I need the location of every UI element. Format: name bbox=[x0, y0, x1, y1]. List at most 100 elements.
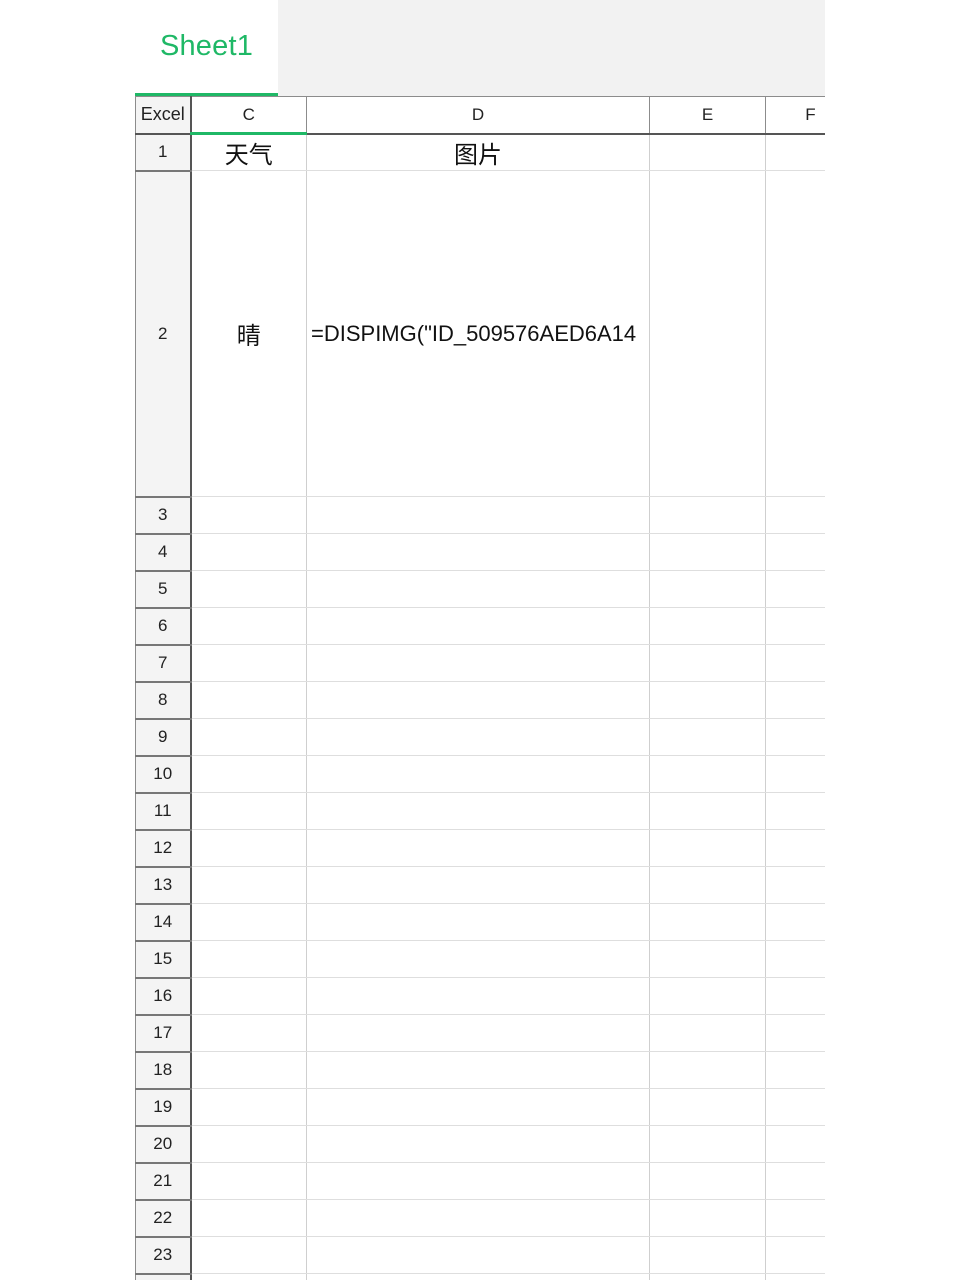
cell-d12[interactable] bbox=[306, 829, 650, 867]
cell-d23[interactable] bbox=[306, 1236, 650, 1274]
cell-d13[interactable] bbox=[306, 866, 650, 904]
cell-f19[interactable] bbox=[765, 1088, 825, 1126]
cell-c23[interactable] bbox=[190, 1236, 307, 1274]
cell-f16[interactable] bbox=[765, 977, 825, 1015]
cell-f4[interactable] bbox=[765, 533, 825, 571]
cell-c9[interactable] bbox=[190, 718, 307, 756]
cell-d2[interactable]: =DISPIMG("ID_509576AED6A14 bbox=[306, 170, 650, 497]
cell-c5[interactable] bbox=[190, 570, 307, 608]
cell-c11[interactable] bbox=[190, 792, 307, 830]
cell-d4[interactable] bbox=[306, 533, 650, 571]
cell-c12[interactable] bbox=[190, 829, 307, 867]
cell-e23[interactable] bbox=[649, 1236, 766, 1274]
cell-f7[interactable] bbox=[765, 644, 825, 682]
cell-d19[interactable] bbox=[306, 1088, 650, 1126]
cell-d3[interactable] bbox=[306, 496, 650, 534]
row-header[interactable]: 17 bbox=[135, 1014, 192, 1053]
cell-d9[interactable] bbox=[306, 718, 650, 756]
row-header[interactable]: 11 bbox=[135, 792, 192, 831]
tab-sheet1[interactable]: Sheet1 bbox=[135, 0, 278, 96]
row-header[interactable]: 7 bbox=[135, 644, 192, 683]
cell-e16[interactable] bbox=[649, 977, 766, 1015]
cell-d1[interactable]: 图片 bbox=[306, 133, 650, 171]
select-all-corner[interactable]: Excel bbox=[135, 96, 192, 135]
cell-f15[interactable] bbox=[765, 940, 825, 978]
column-header-d[interactable]: D bbox=[306, 96, 650, 135]
cell-e20[interactable] bbox=[649, 1125, 766, 1163]
cell-d18[interactable] bbox=[306, 1051, 650, 1089]
cell-e8[interactable] bbox=[649, 681, 766, 719]
cell-e12[interactable] bbox=[649, 829, 766, 867]
column-header-c[interactable]: C bbox=[190, 96, 307, 135]
cell-f11[interactable] bbox=[765, 792, 825, 830]
cell-f3[interactable] bbox=[765, 496, 825, 534]
row-header[interactable]: 23 bbox=[135, 1236, 192, 1275]
row-header[interactable]: 4 bbox=[135, 533, 192, 572]
cell-c1[interactable]: 天气 bbox=[190, 133, 307, 171]
cell-e19[interactable] bbox=[649, 1088, 766, 1126]
cell-e18[interactable] bbox=[649, 1051, 766, 1089]
cell-c13[interactable] bbox=[190, 866, 307, 904]
cell-c10[interactable] bbox=[190, 755, 307, 793]
cell-f22[interactable] bbox=[765, 1199, 825, 1237]
cell-f5[interactable] bbox=[765, 570, 825, 608]
cell-c20[interactable] bbox=[190, 1125, 307, 1163]
cell-d7[interactable] bbox=[306, 644, 650, 682]
cell-e14[interactable] bbox=[649, 903, 766, 941]
row-header[interactable]: 10 bbox=[135, 755, 192, 794]
row-header[interactable]: 8 bbox=[135, 681, 192, 720]
cell-f24[interactable] bbox=[765, 1273, 825, 1280]
row-header[interactable]: 19 bbox=[135, 1088, 192, 1127]
row-header[interactable]: 24 bbox=[135, 1273, 192, 1280]
cell-c19[interactable] bbox=[190, 1088, 307, 1126]
cell-c2[interactable]: 晴 bbox=[190, 170, 307, 497]
cell-c8[interactable] bbox=[190, 681, 307, 719]
cell-e9[interactable] bbox=[649, 718, 766, 756]
cell-f1[interactable] bbox=[765, 133, 825, 171]
cell-f23[interactable] bbox=[765, 1236, 825, 1274]
cell-f10[interactable] bbox=[765, 755, 825, 793]
cell-d6[interactable] bbox=[306, 607, 650, 645]
cell-c15[interactable] bbox=[190, 940, 307, 978]
cell-c6[interactable] bbox=[190, 607, 307, 645]
cell-c7[interactable] bbox=[190, 644, 307, 682]
cell-f2[interactable] bbox=[765, 170, 825, 497]
cell-e2[interactable] bbox=[649, 170, 766, 497]
cell-f17[interactable] bbox=[765, 1014, 825, 1052]
cell-c14[interactable] bbox=[190, 903, 307, 941]
cell-d21[interactable] bbox=[306, 1162, 650, 1200]
cell-d24[interactable] bbox=[306, 1273, 650, 1280]
row-header[interactable]: 15 bbox=[135, 940, 192, 979]
cell-c21[interactable] bbox=[190, 1162, 307, 1200]
cell-d20[interactable] bbox=[306, 1125, 650, 1163]
cell-d14[interactable] bbox=[306, 903, 650, 941]
row-header[interactable]: 9 bbox=[135, 718, 192, 757]
cell-e15[interactable] bbox=[649, 940, 766, 978]
cell-d10[interactable] bbox=[306, 755, 650, 793]
cell-d8[interactable] bbox=[306, 681, 650, 719]
row-header[interactable]: 1 bbox=[135, 133, 192, 172]
cell-f6[interactable] bbox=[765, 607, 825, 645]
cell-d5[interactable] bbox=[306, 570, 650, 608]
cell-d11[interactable] bbox=[306, 792, 650, 830]
cell-e10[interactable] bbox=[649, 755, 766, 793]
cell-e6[interactable] bbox=[649, 607, 766, 645]
cell-e11[interactable] bbox=[649, 792, 766, 830]
cell-e21[interactable] bbox=[649, 1162, 766, 1200]
cell-e13[interactable] bbox=[649, 866, 766, 904]
cell-d16[interactable] bbox=[306, 977, 650, 1015]
row-header[interactable]: 20 bbox=[135, 1125, 192, 1164]
cell-f21[interactable] bbox=[765, 1162, 825, 1200]
cell-d22[interactable] bbox=[306, 1199, 650, 1237]
cell-c16[interactable] bbox=[190, 977, 307, 1015]
row-header[interactable]: 12 bbox=[135, 829, 192, 868]
column-header-e[interactable]: E bbox=[649, 96, 766, 135]
row-header[interactable]: 3 bbox=[135, 496, 192, 535]
cell-e24[interactable] bbox=[649, 1273, 766, 1280]
cell-f18[interactable] bbox=[765, 1051, 825, 1089]
column-header-f[interactable]: F bbox=[765, 96, 825, 135]
cell-d17[interactable] bbox=[306, 1014, 650, 1052]
cell-c17[interactable] bbox=[190, 1014, 307, 1052]
cell-c22[interactable] bbox=[190, 1199, 307, 1237]
cell-f20[interactable] bbox=[765, 1125, 825, 1163]
